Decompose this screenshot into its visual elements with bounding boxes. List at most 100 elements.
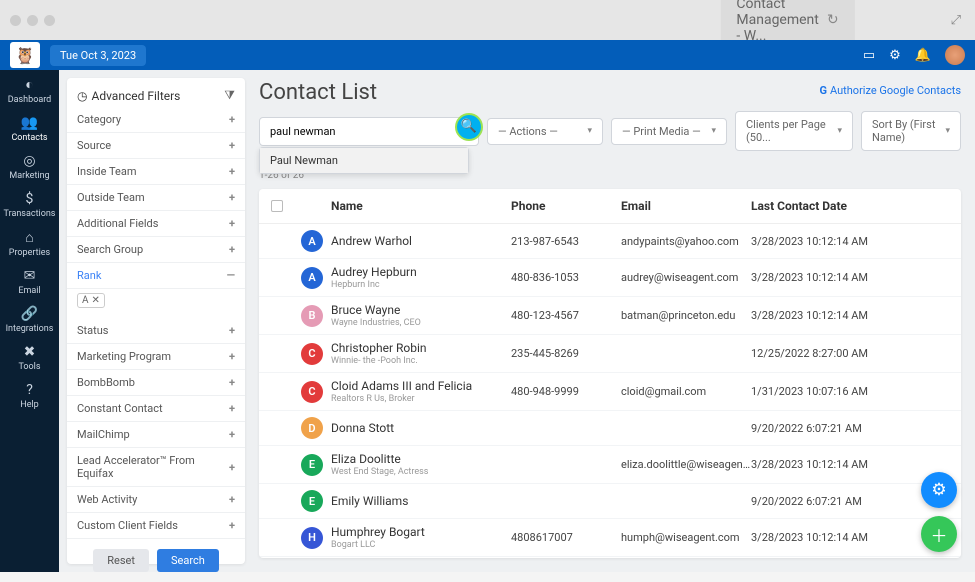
- filter-label: Marketing Program: [77, 350, 171, 363]
- nav-item-marketing[interactable]: ◎Marketing: [9, 153, 49, 181]
- col-phone[interactable]: Phone: [511, 199, 621, 213]
- filter-row-source[interactable]: Source+: [67, 133, 245, 159]
- table-row[interactable]: DDonna Stott9/20/2022 6:07:21 AM: [259, 411, 961, 446]
- cpp-label: Clients per Page (50...: [746, 118, 829, 144]
- table-row[interactable]: CChristopher RobinWinnie- the -Pooh Inc.…: [259, 335, 961, 373]
- nav-item-email[interactable]: ✉Email: [18, 268, 40, 296]
- contact-name: Donna Stott: [331, 421, 511, 435]
- minus-icon: —: [227, 269, 235, 282]
- contact-phone: 213-987-6543: [511, 235, 621, 248]
- table-row[interactable]: BBruce WayneWayne Industries, CEO480-123…: [259, 297, 961, 335]
- nav-label: Transactions: [4, 209, 56, 219]
- col-date[interactable]: Last Contact Date: [751, 199, 949, 213]
- select-all-checkbox[interactable]: [271, 200, 283, 212]
- filter-row-additional-fields[interactable]: Additional Fields+: [67, 211, 245, 237]
- filter-row-bombbomb[interactable]: BombBomb+: [67, 370, 245, 396]
- filter-row-web-activity[interactable]: Web Activity+: [67, 487, 245, 513]
- min-dot[interactable]: [27, 15, 38, 26]
- contact-date: 3/28/2023 10:12:14 AM: [751, 235, 949, 248]
- filter-row-outside-team[interactable]: Outside Team+: [67, 185, 245, 211]
- filter-row-custom-client-fields[interactable]: Custom Client Fields+: [67, 513, 245, 539]
- nav-item-contacts[interactable]: 👥Contacts: [11, 115, 47, 143]
- filter-row-category[interactable]: Category+: [67, 107, 245, 133]
- filter-row-inside-team[interactable]: Inside Team+: [67, 159, 245, 185]
- clients-per-page-select[interactable]: Clients per Page (50...▾: [735, 111, 853, 151]
- filter-row-marketing-program[interactable]: Marketing Program+: [67, 344, 245, 370]
- filters-header: ◷ Advanced Filters ⧩: [67, 84, 245, 107]
- table-row[interactable]: AAndrew Warhol213-987-6543andypaints@yah…: [259, 224, 961, 259]
- filters-title: Advanced Filters: [91, 89, 180, 103]
- contact-date: 9/20/2022 6:07:21 AM: [751, 495, 949, 508]
- nav-item-properties[interactable]: ⌂Properties: [9, 229, 50, 258]
- avatar-initial: E: [301, 454, 323, 476]
- filter-row-search-group[interactable]: Search Group+: [67, 237, 245, 263]
- fab-settings-button[interactable]: ⚙: [921, 472, 957, 508]
- search-button[interactable]: Search: [157, 549, 219, 572]
- contact-date: 3/28/2023 10:12:14 AM: [751, 531, 949, 544]
- contact-name: Eliza Doolitte: [331, 452, 511, 466]
- filter-row-lead-accelerator-from-equifax[interactable]: Lead Accelerator™ From Equifax+: [67, 448, 245, 487]
- nav-item-dashboard[interactable]: ◐Dashboard: [8, 76, 52, 105]
- plus-icon: +: [229, 493, 235, 506]
- contacts-table: Name Phone Email Last Contact Date AAndr…: [259, 189, 961, 558]
- filter-label: Outside Team: [77, 191, 145, 204]
- table-row[interactable]: AAudrey HepburnHepburn Inc480-836-1053au…: [259, 259, 961, 297]
- table-row[interactable]: HHumphrey BogartBogart LLC4808617007hump…: [259, 519, 961, 557]
- settings-icon[interactable]: ⚙: [889, 48, 901, 63]
- fab-add-button[interactable]: ＋: [921, 516, 957, 552]
- actions-select[interactable]: — Actions —▾: [487, 118, 603, 145]
- contact-name: Christopher Robin: [331, 341, 511, 355]
- chip-remove-icon[interactable]: ✕: [92, 295, 100, 306]
- contact-phone: 480-123-4567: [511, 309, 621, 322]
- authorize-google-link[interactable]: G Authorize Google Contacts: [819, 84, 961, 97]
- google-g-icon: G: [819, 84, 827, 97]
- table-row[interactable]: CCloid Adams III and FeliciaRealtors R U…: [259, 373, 961, 411]
- filter-row-status[interactable]: Status+: [67, 318, 245, 344]
- filter-funnel-icon[interactable]: ⧩: [224, 88, 235, 103]
- plus-icon: +: [229, 217, 235, 230]
- reset-button[interactable]: Reset: [93, 549, 149, 572]
- expand-icon[interactable]: ⤢: [951, 13, 961, 28]
- suggestion-item[interactable]: Paul Newman: [260, 148, 468, 173]
- nav-item-help[interactable]: ?Help: [20, 382, 38, 410]
- integrations-icon: 🔗: [21, 306, 38, 322]
- max-dot[interactable]: [44, 15, 55, 26]
- dashboard-icon: ◐: [25, 76, 33, 93]
- filter-row-constant-contact[interactable]: Constant Contact+: [67, 396, 245, 422]
- contact-date: 12/25/2022 8:27:00 AM: [751, 347, 949, 360]
- plus-icon: +: [229, 113, 235, 126]
- close-dot[interactable]: [10, 15, 21, 26]
- contact-email: batman@princeton.edu: [621, 309, 751, 322]
- app-logo[interactable]: 🦉: [10, 42, 40, 68]
- chat-icon[interactable]: ▭: [863, 48, 875, 63]
- window-controls: [10, 15, 55, 26]
- nav-item-transactions[interactable]: $Transactions: [4, 191, 56, 219]
- print-media-select[interactable]: — Print Media —▾: [611, 118, 727, 145]
- search-submit-button[interactable]: 🔍: [455, 113, 483, 141]
- table-row[interactable]: JJack Sparrow and Elizabeth Swanmichelle…: [259, 557, 961, 558]
- sort-by-select[interactable]: Sort By (First Name)▾: [861, 111, 961, 151]
- filter-row-rank[interactable]: Rank—: [67, 263, 245, 289]
- col-email[interactable]: Email: [621, 199, 751, 213]
- contacts-icon: 👥: [21, 115, 38, 131]
- chevron-down-icon: ▾: [587, 126, 592, 136]
- filter-chip[interactable]: A ✕: [77, 293, 105, 308]
- refresh-icon[interactable]: ↻: [827, 12, 839, 28]
- contact-subtitle: Bogart LLC: [331, 540, 511, 550]
- avatar-initial: H: [301, 527, 323, 549]
- table-row[interactable]: EEliza DoolitteWest End Stage, Actressel…: [259, 446, 961, 484]
- nav-item-tools[interactable]: ✖Tools: [18, 344, 40, 372]
- google-link-text: Authorize Google Contacts: [830, 84, 961, 97]
- table-row[interactable]: EEmily Williams9/20/2022 6:07:21 AM: [259, 484, 961, 519]
- date-display[interactable]: Tue Oct 3, 2023: [50, 45, 146, 66]
- user-avatar[interactable]: [945, 45, 965, 65]
- search-input[interactable]: [259, 117, 479, 146]
- contact-date: 9/20/2022 6:07:21 AM: [751, 422, 949, 435]
- table-header: Name Phone Email Last Contact Date: [259, 189, 961, 224]
- bell-icon[interactable]: 🔔: [915, 48, 931, 63]
- nav-item-integrations[interactable]: 🔗Integrations: [6, 306, 54, 334]
- col-name[interactable]: Name: [331, 199, 511, 213]
- filter-row-mailchimp[interactable]: MailChimp+: [67, 422, 245, 448]
- plus-icon: +: [229, 324, 235, 337]
- properties-icon: ⌂: [25, 229, 33, 246]
